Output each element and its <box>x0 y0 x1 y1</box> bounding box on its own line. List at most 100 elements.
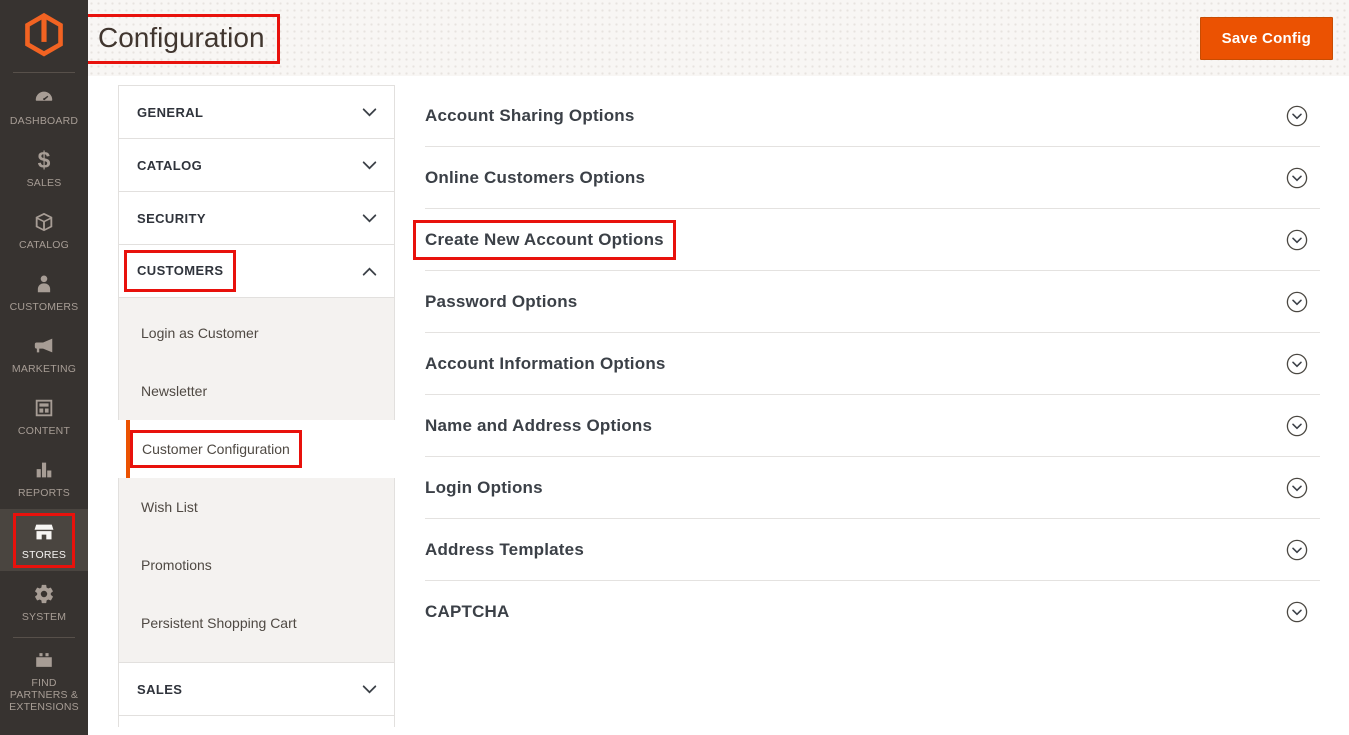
annotation-box-stores: STORES <box>13 513 75 568</box>
expand-chevron-circle-icon[interactable] <box>1286 105 1308 127</box>
sidebar-item-stores[interactable]: STORES <box>0 509 88 571</box>
sidebar-divider <box>13 637 75 638</box>
config-nav-section-customers[interactable]: CUSTOMERS <box>118 244 395 298</box>
config-sections: Account Sharing Options Online Customers… <box>425 85 1320 643</box>
sidebar-item-marketing[interactable]: MARKETING <box>0 323 88 385</box>
sidebar-item-label: MARKETING <box>12 363 76 375</box>
sidebar-item-label: CUSTOMERS <box>10 301 79 313</box>
chevron-down-icon <box>362 161 377 170</box>
expand-chevron-circle-icon[interactable] <box>1286 291 1308 313</box>
reports-barchart-icon <box>32 458 56 482</box>
section-label: CUSTOMERS <box>137 263 223 278</box>
accordion-row-create-new-account-options[interactable]: Create New Account Options <box>425 209 1320 271</box>
annotation-box-create-new-account-options: Create New Account Options <box>413 220 676 260</box>
accordion-title: Account Information Options <box>425 354 666 374</box>
page-header: Configuration Save Config <box>88 0 1349 76</box>
sidebar-item-catalog[interactable]: CATALOG <box>0 199 88 261</box>
sidebar-item-dashboard[interactable]: DASHBOARD <box>0 75 88 137</box>
accordion-title: Address Templates <box>425 540 584 560</box>
accordion-title: Online Customers Options <box>425 168 645 188</box>
accordion-row-address-templates[interactable]: Address Templates <box>425 519 1320 581</box>
nav-item-label: Login as Customer <box>141 325 259 341</box>
sidebar-item-label: SYSTEM <box>22 611 66 623</box>
sidebar-item-label: CONTENT <box>18 425 70 437</box>
sidebar-item-label: REPORTS <box>18 487 70 499</box>
config-nav-section-general[interactable]: GENERAL <box>118 85 395 139</box>
sidebar-divider <box>13 72 75 73</box>
system-gear-icon <box>32 582 56 606</box>
magento-logo-icon <box>21 12 67 60</box>
annotation-box-customer-configuration: Customer Configuration <box>130 430 302 468</box>
section-label: CATALOG <box>137 158 202 173</box>
accordion-title: Create New Account Options <box>425 230 664 250</box>
accordion-row-account-sharing-options[interactable]: Account Sharing Options <box>425 85 1320 147</box>
sales-dollar-icon <box>32 148 56 172</box>
sidebar-item-system[interactable]: SYSTEM <box>0 571 88 633</box>
app-sidebar: DASHBOARD SALES CATALOG CUSTOMERS MARKET… <box>0 0 88 735</box>
sidebar-item-find-partners[interactable]: FIND PARTNERS & EXTENSIONS <box>0 642 88 718</box>
sidebar-item-label: DASHBOARD <box>10 115 78 127</box>
sidebar-item-label: STORES <box>22 549 66 561</box>
expand-chevron-circle-icon[interactable] <box>1286 477 1308 499</box>
expand-chevron-circle-icon[interactable] <box>1286 601 1308 623</box>
customers-person-icon <box>32 272 56 296</box>
nav-item-label: Wish List <box>141 499 198 515</box>
accordion-row-online-customers-options[interactable]: Online Customers Options <box>425 147 1320 209</box>
accordion-row-login-options[interactable]: Login Options <box>425 457 1320 519</box>
save-config-button[interactable]: Save Config <box>1200 17 1333 60</box>
accordion-title: Login Options <box>425 478 543 498</box>
chevron-down-icon <box>362 214 377 223</box>
config-nav-customers-submenu: Login as Customer Newsletter Customer Co… <box>118 297 395 663</box>
sidebar-item-reports[interactable]: REPORTS <box>0 447 88 509</box>
nav-item-label: Customer Configuration <box>142 441 290 457</box>
config-nav-section-catalog[interactable]: CATALOG <box>118 138 395 192</box>
sidebar-item-content[interactable]: CONTENT <box>0 385 88 447</box>
sidebar-item-label: CATALOG <box>19 239 69 251</box>
config-nav-item-promotions[interactable]: Promotions <box>119 536 394 594</box>
accordion-row-captcha[interactable]: CAPTCHA <box>425 581 1320 643</box>
lego-brick-icon <box>32 648 56 672</box>
expand-chevron-circle-icon[interactable] <box>1286 353 1308 375</box>
page-title: Configuration <box>98 22 265 54</box>
nav-item-label: Newsletter <box>141 383 207 399</box>
expand-chevron-circle-icon[interactable] <box>1286 167 1308 189</box>
magento-logo[interactable] <box>0 0 88 72</box>
stores-storefront-icon <box>32 520 56 544</box>
accordion-title: Password Options <box>425 292 577 312</box>
nav-item-label: Promotions <box>141 557 212 573</box>
accordion-title: Account Sharing Options <box>425 106 635 126</box>
section-label: SALES <box>137 682 182 697</box>
sidebar-item-sales[interactable]: SALES <box>0 137 88 199</box>
config-nav-section-sales[interactable]: SALES <box>118 662 395 716</box>
annotation-box-customers: CUSTOMERS <box>124 250 236 292</box>
config-nav-item-persistent-shopping-cart[interactable]: Persistent Shopping Cart <box>119 594 394 652</box>
dashboard-icon <box>32 86 56 110</box>
catalog-box-icon <box>32 210 56 234</box>
config-nav-item-customer-configuration[interactable]: Customer Configuration <box>118 420 395 478</box>
accordion-row-password-options[interactable]: Password Options <box>425 271 1320 333</box>
sidebar-item-customers[interactable]: CUSTOMERS <box>0 261 88 323</box>
config-nav-section-security[interactable]: SECURITY <box>118 191 395 245</box>
annotation-box-configuration: Configuration <box>83 14 280 64</box>
expand-chevron-circle-icon[interactable] <box>1286 539 1308 561</box>
section-label: GENERAL <box>137 105 203 120</box>
config-nav-item-newsletter[interactable]: Newsletter <box>119 362 394 420</box>
expand-chevron-circle-icon[interactable] <box>1286 229 1308 251</box>
section-label: SECURITY <box>137 211 206 226</box>
expand-chevron-circle-icon[interactable] <box>1286 415 1308 437</box>
sidebar-item-label: SALES <box>27 177 62 189</box>
config-nav-item-wish-list[interactable]: Wish List <box>119 478 394 536</box>
accordion-row-name-and-address-options[interactable]: Name and Address Options <box>425 395 1320 457</box>
config-nav: GENERAL CATALOG SECURITY CUSTOMERS Login… <box>118 85 395 727</box>
sidebar-item-label: FIND PARTNERS & EXTENSIONS <box>4 677 84 713</box>
chevron-up-icon <box>362 267 377 276</box>
config-nav-item-login-as-customer[interactable]: Login as Customer <box>119 304 394 362</box>
accordion-title: Name and Address Options <box>425 416 652 436</box>
chevron-down-icon <box>362 685 377 694</box>
accordion-title: CAPTCHA <box>425 602 510 622</box>
chevron-down-icon <box>362 108 377 117</box>
nav-item-label: Persistent Shopping Cart <box>141 615 297 631</box>
content-layout-icon <box>32 396 56 420</box>
config-nav-section-partial <box>118 715 395 727</box>
accordion-row-account-information-options[interactable]: Account Information Options <box>425 333 1320 395</box>
